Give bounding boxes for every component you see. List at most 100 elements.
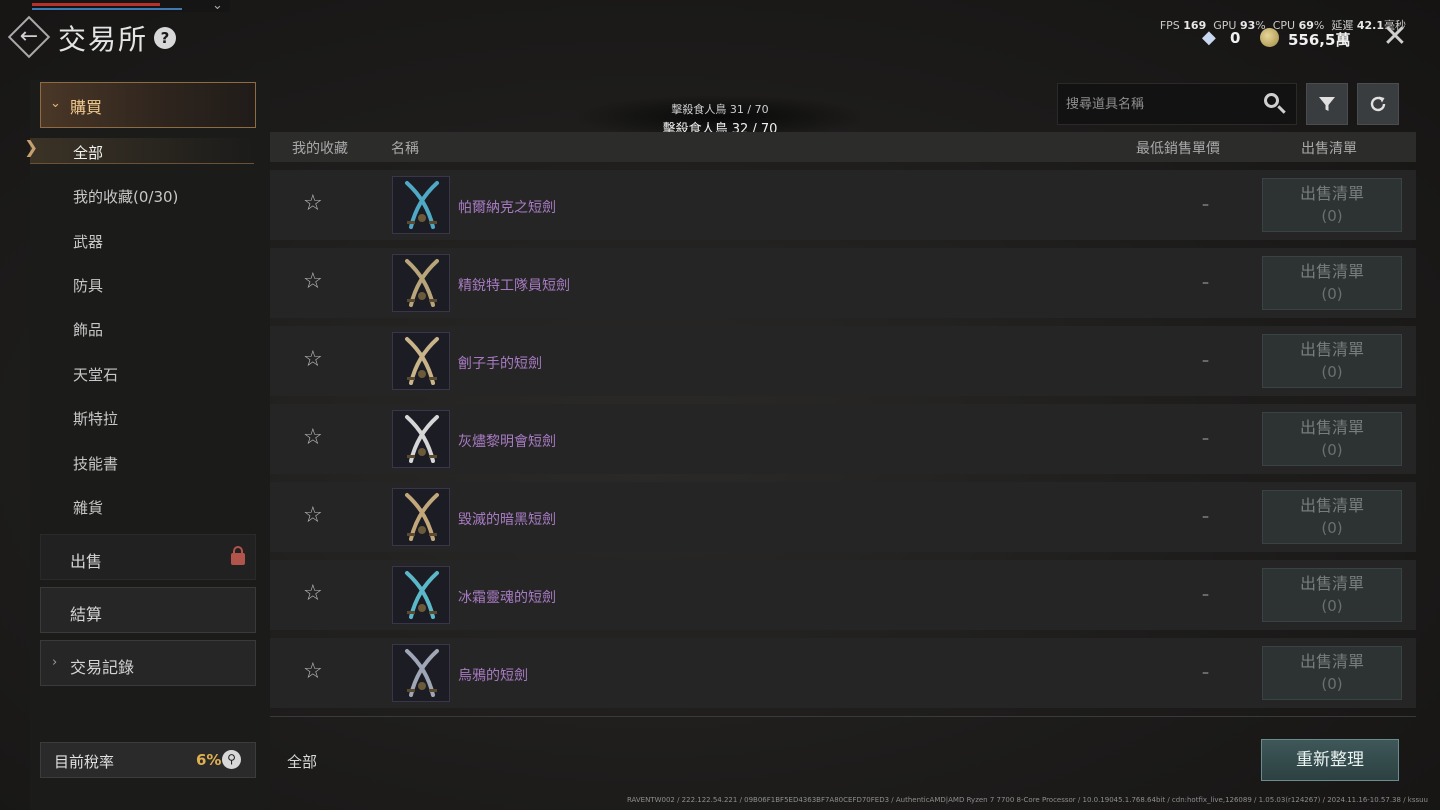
crossed-daggers-icon (405, 493, 439, 541)
magnifier-info-icon[interactable]: ⚲ (222, 750, 241, 769)
favorite-star-icon[interactable]: ☆ (303, 581, 323, 606)
refresh-button[interactable]: 重新整理 (1261, 739, 1399, 781)
listing-button[interactable]: 出售清單 (0) (1262, 256, 1402, 310)
listing-button[interactable]: 出售清單 (0) (1262, 412, 1402, 466)
search-box (1057, 83, 1297, 125)
min-price-value: – (1202, 587, 1209, 603)
listing-button[interactable]: 出售清單 (0) (1262, 490, 1402, 544)
category-buy-label: 購買 (70, 98, 103, 117)
min-price-value: – (1202, 665, 1209, 681)
sidebar-item-heaven-stones[interactable]: 天堂石 (73, 364, 118, 385)
sidebar-item-weapons[interactable]: 武器 (73, 231, 103, 252)
listing-button[interactable]: 出售清單 (0) (1262, 178, 1402, 232)
tax-rate-label: 目前稅率 (54, 753, 115, 771)
diamond-count: 0 (1230, 29, 1241, 47)
crossed-daggers-icon (405, 181, 439, 229)
filter-button[interactable] (1306, 83, 1348, 125)
sidebar-item-misc[interactable]: 雜貨 (73, 497, 103, 518)
search-icon[interactable] (1263, 92, 1287, 116)
min-price-value: – (1202, 275, 1209, 291)
item-name[interactable]: 毀滅的暗黑短劍 (458, 509, 556, 529)
back-arrow-icon: ← (19, 24, 39, 49)
gpu-value: 93 (1239, 19, 1256, 32)
sidebar-item-favorites[interactable]: 我的收藏(0/30) (73, 186, 178, 207)
min-price-value: – (1202, 431, 1209, 447)
gold-count: 556,5萬 (1288, 31, 1351, 49)
favorite-star-icon[interactable]: ☆ (303, 269, 323, 294)
listing-count: (0) (1321, 285, 1343, 303)
favorite-star-icon[interactable]: ☆ (303, 503, 323, 528)
help-icon[interactable]: ? (154, 27, 176, 49)
sidebar-item-all[interactable]: 全部 (73, 142, 103, 163)
gold-coin-icon (1260, 28, 1279, 47)
listing-button-label: 出售清單 (1299, 418, 1364, 437)
item-name[interactable]: 灰燼黎明會短劍 (458, 431, 556, 451)
item-name[interactable]: 烏鴉的短劍 (458, 665, 528, 685)
item-thumbnail (392, 488, 450, 546)
fps-label: FPS (1159, 19, 1180, 32)
column-header-min-price[interactable]: 最低銷售單價 (1136, 138, 1220, 158)
sell-category-label: 出售 (70, 552, 103, 571)
listing-button-label: 出售清單 (1299, 184, 1364, 203)
listing-button[interactable]: 出售清單 (0) (1262, 646, 1402, 700)
min-price-value: – (1202, 197, 1209, 213)
favorite-star-icon[interactable]: ☆ (303, 347, 323, 372)
item-thumbnail (392, 254, 450, 312)
column-header-favorite[interactable]: 我的收藏 (292, 138, 348, 158)
sidebar-item-all-highlight (30, 138, 254, 164)
diamond-icon: ◆ (1202, 27, 1216, 48)
quest-progress-previous: 擊殺食人鳥 31 / 70 (671, 103, 769, 116)
chevron-down-icon[interactable]: ⌄ (212, 0, 223, 13)
crossed-daggers-icon (405, 415, 439, 463)
sidebar-item-skill-books[interactable]: 技能書 (73, 453, 118, 474)
system-info: RAVENTW002 / 222.122.54.221 / 09B06F1BF5… (626, 796, 1428, 804)
filter-icon (1319, 97, 1335, 111)
search-input[interactable] (1066, 93, 1256, 115)
item-thumbnail (392, 410, 450, 468)
sidebar-item-accessories[interactable]: 飾品 (73, 319, 103, 340)
item-name[interactable]: 冰霜靈魂的短劍 (458, 587, 556, 607)
crossed-daggers-icon (405, 259, 439, 307)
favorite-star-icon[interactable]: ☆ (303, 191, 323, 216)
settle-label: 結算 (70, 605, 103, 624)
listing-button-label: 出售清單 (1299, 574, 1364, 593)
listing-button-label: 出售清單 (1299, 262, 1364, 281)
table-header (270, 132, 1416, 162)
item-thumbnail (392, 176, 450, 234)
listing-button[interactable]: 出售清單 (0) (1262, 334, 1402, 388)
favorite-star-icon[interactable]: ☆ (303, 659, 323, 684)
crossed-daggers-icon (405, 571, 439, 619)
item-thumbnail (392, 332, 450, 390)
status-strip (30, 0, 230, 12)
column-header-listing[interactable]: 出售清單 (1301, 138, 1357, 158)
reload-button[interactable] (1357, 83, 1399, 125)
crossed-daggers-icon (405, 337, 439, 385)
lock-icon (231, 546, 245, 566)
item-name[interactable]: 帕爾納克之短劍 (458, 197, 556, 217)
listing-button[interactable]: 出售清單 (0) (1262, 568, 1402, 622)
listing-count: (0) (1321, 207, 1343, 225)
item-name[interactable]: 精銳特工隊員短劍 (458, 275, 570, 295)
sidebar-item-armor[interactable]: 防具 (73, 275, 103, 296)
close-button[interactable]: ✕ (1379, 22, 1411, 54)
min-price-value: – (1202, 353, 1209, 369)
listing-count: (0) (1321, 363, 1343, 381)
listing-count: (0) (1321, 441, 1343, 459)
page-title: 交易所 (58, 23, 149, 56)
listing-button-label: 出售清單 (1299, 652, 1364, 671)
listing-button-label: 出售清單 (1299, 340, 1364, 359)
reload-icon (1370, 96, 1386, 112)
performance-readout: FPS 169 GPU 93% CPU 69% 延遲 42.1毫秒 (1160, 17, 1406, 33)
favorite-star-icon[interactable]: ☆ (303, 425, 323, 450)
listing-button-label: 出售清單 (1299, 496, 1364, 515)
sidebar-item-stella[interactable]: 斯特拉 (73, 408, 118, 429)
chevron-right-icon: › (52, 655, 58, 670)
back-button[interactable]: ← (10, 20, 48, 54)
item-thumbnail (392, 644, 450, 702)
current-filter-label: 全部 (287, 753, 318, 771)
listing-count: (0) (1321, 597, 1343, 615)
min-price-value: – (1202, 509, 1209, 525)
column-header-name[interactable]: 名稱 (391, 138, 419, 158)
item-thumbnail (392, 566, 450, 624)
item-name[interactable]: 劊子手的短劍 (458, 353, 542, 373)
